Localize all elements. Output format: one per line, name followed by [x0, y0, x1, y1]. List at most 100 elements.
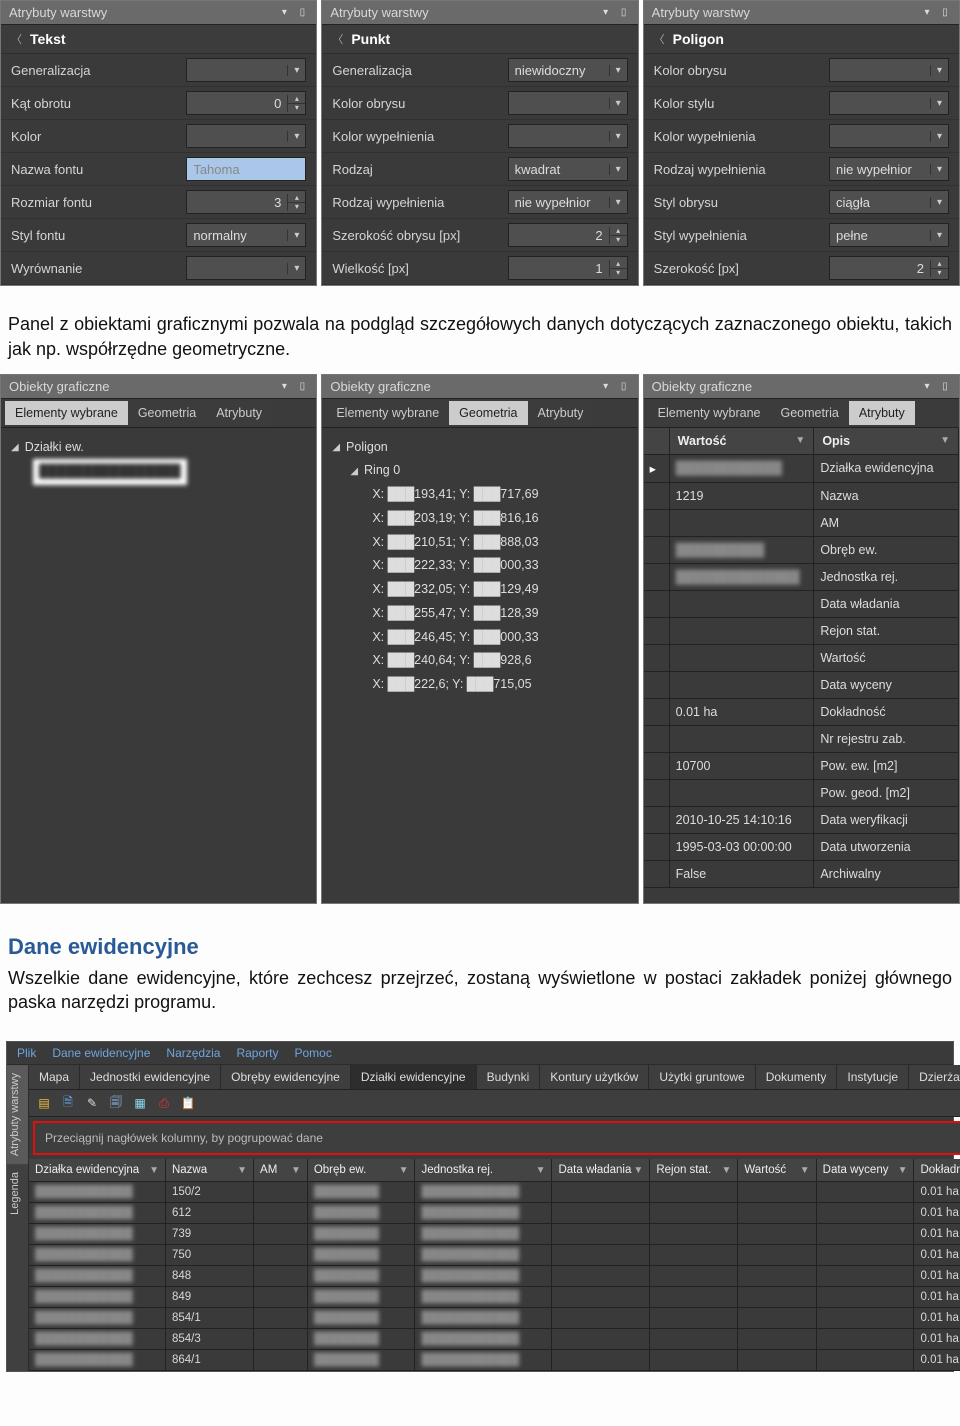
tree-node[interactable]: ◢Ring 0 [350, 459, 627, 483]
section-header[interactable]: 〈 Punkt [322, 25, 637, 54]
color-control[interactable]: ▾ [829, 91, 949, 115]
spin-down-icon[interactable]: ▾ [931, 269, 948, 277]
menu-item[interactable]: Pomoc [294, 1046, 331, 1060]
grid-column-header[interactable]: Data wyceny▼ [817, 1159, 915, 1182]
filter-icon[interactable]: ▼ [399, 1165, 409, 1176]
tab-elementy-wybrane[interactable]: Elementy wybrane [648, 401, 771, 425]
panel-header[interactable]: Atrybuty warstwy ▾▯ [322, 1, 637, 25]
side-tab[interactable]: Legenda [7, 1164, 28, 1223]
pin-icon[interactable]: ▯ [296, 7, 308, 19]
menu-item[interactable]: Raporty [236, 1046, 278, 1060]
menu-item[interactable]: Dane ewidencyjne [52, 1046, 150, 1060]
row-indicator[interactable] [644, 807, 670, 834]
panel-header[interactable]: Obiekty graficzne ▾▯ [322, 375, 637, 399]
row-indicator[interactable] [644, 780, 670, 807]
nav-tab[interactable]: Obręby ewidencyjne [221, 1065, 351, 1089]
color-control[interactable]: ▾ [186, 124, 306, 148]
nav-tab[interactable]: Jednostki ewidencyjne [80, 1065, 221, 1089]
collapse-icon[interactable]: ◢ [11, 438, 19, 457]
chevron-up-icon[interactable]: 〈 [654, 31, 665, 47]
grid-column-header[interactable]: Dokładność▼ [914, 1159, 960, 1182]
tab-atrybuty[interactable]: Atrybuty [849, 401, 915, 425]
row-indicator[interactable] [644, 861, 670, 888]
menu-bar[interactable]: Plik Dane ewidencyjne Narzędzia Raporty Pomo… [7, 1042, 953, 1065]
collapse-icon[interactable]: ◢ [332, 438, 340, 457]
nav-tab[interactable]: Działki ewidencyjne [351, 1065, 477, 1089]
menu-icon[interactable]: ▾ [600, 380, 612, 392]
select-control[interactable]: ▾ [186, 58, 306, 82]
nav-tabs[interactable]: MapaJednostki ewidencyjneObręby ewidency… [29, 1065, 960, 1090]
menu-icon[interactable]: ▾ [921, 7, 933, 19]
row-indicator[interactable]: ▸ [644, 455, 670, 483]
filter-icon[interactable]: ▼ [237, 1165, 247, 1176]
chevron-up-icon[interactable]: 〈 [11, 31, 22, 47]
grid-row[interactable]: ████████████ 750 ████████ ████████████ 0… [29, 1245, 960, 1266]
row-indicator[interactable] [644, 645, 670, 672]
pin-icon[interactable]: ▯ [939, 380, 951, 392]
select-control[interactable]: niewidoczny▾ [508, 58, 628, 82]
filter-icon[interactable]: ▼ [536, 1165, 546, 1176]
side-tab[interactable]: Atrybuty warstwy [7, 1065, 28, 1164]
tab-elementy-wybrane[interactable]: Elementy wybrane [326, 401, 449, 425]
row-indicator[interactable] [644, 672, 670, 699]
section-header[interactable]: 〈 Tekst [1, 25, 316, 54]
filter-icon[interactable]: ▼ [633, 1165, 643, 1176]
filter-icon[interactable]: ▼ [291, 1165, 301, 1176]
number-control[interactable]: 0▴▾ [186, 91, 306, 115]
grid-column-header[interactable]: Wartość▼ [738, 1159, 816, 1182]
filter-icon[interactable]: ▼ [795, 435, 805, 446]
row-indicator[interactable] [644, 753, 670, 780]
nav-tab[interactable]: Mapa [29, 1065, 80, 1089]
menu-item[interactable]: Plik [17, 1046, 36, 1060]
pin-icon[interactable]: ▯ [296, 380, 308, 392]
tool-icon[interactable]: 🗐 [105, 1093, 127, 1113]
menu-item[interactable]: Narzędzia [166, 1046, 220, 1060]
chevron-up-icon[interactable]: 〈 [332, 31, 343, 47]
grid-column-header[interactable]: Nazwa▼ [166, 1159, 254, 1182]
grid-column-header[interactable]: Działka ewidencyjna▼ [29, 1159, 166, 1182]
panel-header[interactable]: Atrybuty warstwy ▾▯ [644, 1, 959, 25]
grid-row[interactable]: ████████████ 739 ████████ ████████████ 0… [29, 1224, 960, 1245]
filter-icon[interactable]: ▼ [149, 1165, 159, 1176]
row-indicator[interactable] [644, 591, 670, 618]
grid-column-header[interactable]: Jednostka rej.▼ [415, 1159, 552, 1182]
tree-node[interactable]: ◢Działki ew. [11, 436, 306, 460]
nav-tab[interactable]: Dzierżawy [909, 1065, 960, 1089]
panel-header[interactable]: Obiekty graficzne ▾▯ [1, 375, 316, 399]
pin-icon[interactable]: ▯ [939, 7, 951, 19]
panel-header[interactable]: Obiekty graficzne ▾▯ [644, 375, 959, 399]
tab-atrybuty[interactable]: Atrybuty [528, 401, 594, 425]
tab-geometria[interactable]: Geometria [128, 401, 206, 425]
spin-down-icon[interactable]: ▾ [610, 269, 627, 277]
menu-icon[interactable]: ▾ [921, 380, 933, 392]
tab-atrybuty[interactable]: Atrybuty [206, 401, 272, 425]
tab-geometria[interactable]: Geometria [449, 401, 527, 425]
nav-tab[interactable]: Kontury użytków [540, 1065, 649, 1089]
tool-icon[interactable]: ✎ [81, 1093, 103, 1113]
text-input[interactable]: Tahoma [186, 157, 306, 181]
grid-row[interactable]: ████████████ 854/1 ████████ ████████████… [29, 1308, 960, 1329]
number-control[interactable]: 2▴▾ [829, 256, 949, 280]
tree-leaf[interactable]: ████████████████ [33, 459, 187, 485]
nav-tab[interactable]: Dokumenty [756, 1065, 838, 1089]
row-indicator[interactable] [644, 726, 670, 753]
number-control[interactable]: 1▴▾ [508, 256, 628, 280]
spin-down-icon[interactable]: ▾ [288, 203, 305, 211]
nav-tab[interactable]: Budynki [477, 1065, 541, 1089]
select-control[interactable]: normalny▾ [186, 223, 306, 247]
number-control[interactable]: 2▴▾ [508, 223, 628, 247]
pin-icon[interactable]: ▯ [618, 380, 630, 392]
grid-column-header[interactable]: Obręb ew.▼ [308, 1159, 416, 1182]
tool-icon[interactable]: 🗎 [57, 1093, 79, 1113]
row-indicator[interactable] [644, 699, 670, 726]
tool-icon[interactable]: 📋 [177, 1093, 199, 1113]
left-sidebar[interactable]: Atrybuty warstwyLegenda [7, 1065, 29, 1371]
color-control[interactable]: ▾ [829, 124, 949, 148]
tree-node[interactable]: ◢Poligon [332, 436, 627, 460]
panel-header[interactable]: Atrybuty warstwy ▾▯ [1, 1, 316, 25]
collapse-icon[interactable]: ◢ [350, 462, 358, 481]
toolbar[interactable]: ▤ 🗎 ✎ 🗐 ▦ ⎙ 📋 [29, 1090, 960, 1117]
grid-row[interactable]: ████████████ 864/1 ████████ ████████████… [29, 1350, 960, 1371]
tool-icon[interactable]: ⎙ [153, 1093, 175, 1113]
grid-column-header[interactable]: AM▼ [254, 1159, 308, 1182]
